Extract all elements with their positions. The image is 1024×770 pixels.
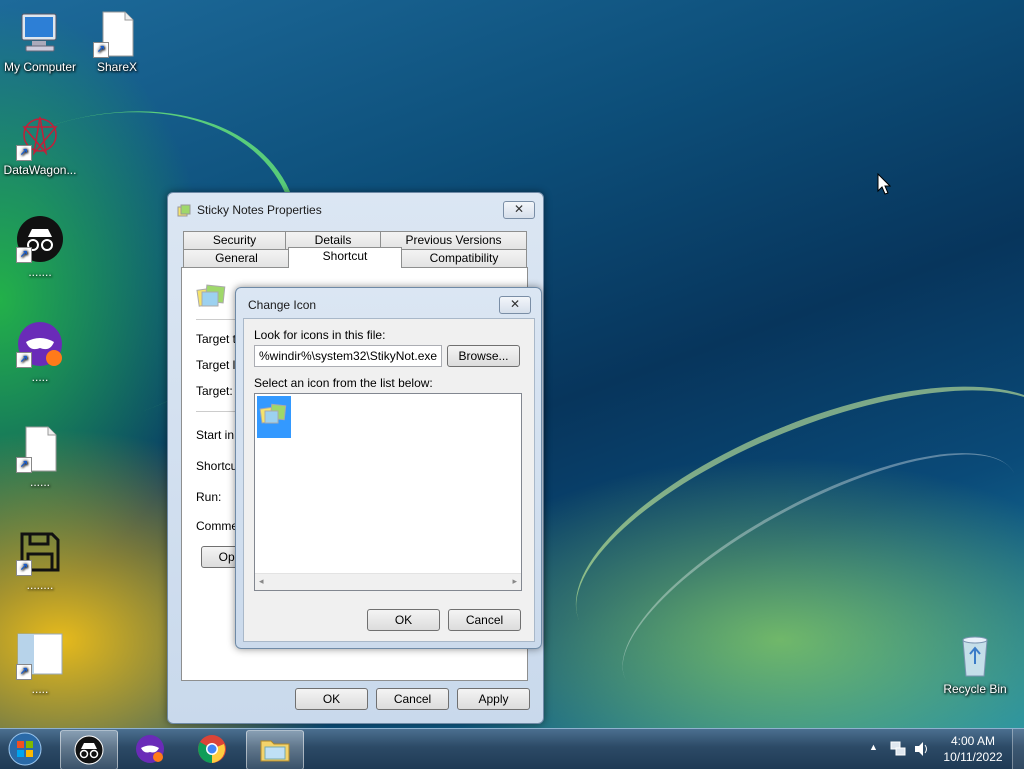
datawagon-logo-icon: ↗ — [16, 113, 64, 161]
clock-time: 4:00 AM — [950, 734, 996, 748]
desktop-icon-my-computer[interactable]: My Computer — [0, 10, 80, 74]
change-icon-ok-button[interactable]: OK — [367, 609, 440, 631]
file-label: Look for icons in this file: — [254, 328, 386, 342]
incognito-icon — [74, 735, 104, 768]
desktop-icon-label: ....... — [28, 265, 52, 279]
mask-icon — [135, 734, 165, 767]
taskbar-chrome-button[interactable] — [184, 730, 240, 768]
change-icon-title: Change Icon — [248, 298, 317, 312]
taskbar: ▲ 4:00 AM 10/11/2022 — [0, 728, 1024, 770]
document-icon: ↗ — [93, 10, 141, 58]
browse-button[interactable]: Browse... — [447, 345, 520, 367]
floppy-disk-icon: ↗ — [16, 528, 64, 576]
folder-icon — [259, 737, 291, 766]
desktop-icon-save[interactable]: ↗ ........ — [0, 528, 80, 592]
mask-icon: ↗ — [16, 320, 64, 368]
desktop-icon-recycle-bin[interactable]: Recycle Bin — [935, 632, 1015, 696]
start-button[interactable] — [4, 731, 46, 767]
desktop-icon-private-browser[interactable]: ↗ ..... — [0, 320, 80, 384]
field-label-start-in: Start in: — [196, 428, 238, 442]
network-icon[interactable] — [889, 740, 907, 761]
shortcut-arrow-icon: ↗ — [16, 664, 32, 680]
sticky-notes-icon-option[interactable] — [257, 396, 291, 438]
shortcut-arrow-icon: ↗ — [16, 247, 32, 263]
mouse-cursor-icon — [877, 172, 892, 198]
tab-general[interactable]: General — [183, 249, 290, 267]
field-label-target: Target: — [196, 384, 233, 398]
properties-apply-button[interactable]: Apply — [457, 688, 530, 710]
taskbar-private-browser-button[interactable] — [122, 730, 178, 768]
change-icon-dialog: Change Icon ✕ Look for icons in this fil… — [235, 287, 542, 649]
sticky-notes-app-icon — [196, 283, 228, 312]
desktop-icon-label: ...... — [29, 475, 50, 489]
properties-cancel-button[interactable]: Cancel — [376, 688, 449, 710]
desktop-icon-label: DataWagon... — [3, 163, 77, 177]
horizontal-scrollbar[interactable]: ◂ ▸ — [255, 573, 521, 590]
shortcut-arrow-icon: ↗ — [16, 352, 32, 368]
icon-file-input[interactable] — [254, 345, 442, 367]
taskbar-incognito-button[interactable] — [60, 730, 118, 770]
shortcut-arrow-icon: ↗ — [93, 42, 109, 58]
clock[interactable]: 4:00 AM 10/11/2022 — [938, 733, 1008, 765]
desktop-icon-datawagon[interactable]: ↗ DataWagon... — [0, 113, 80, 177]
taskbar-explorer-button[interactable] — [246, 730, 304, 770]
desktop-icon-incognito[interactable]: ↗ ....... — [0, 215, 80, 279]
desktop-icon-label: Recycle Bin — [943, 682, 1007, 696]
icon-list-label: Select an icon from the list below: — [254, 376, 433, 390]
computer-icon — [16, 10, 64, 58]
desktop-icon-sharex[interactable]: ↗ ShareX — [77, 10, 157, 74]
window-panel-icon: ↗ — [16, 632, 64, 680]
change-icon-cancel-button[interactable]: Cancel — [448, 609, 521, 631]
properties-ok-button[interactable]: OK — [295, 688, 368, 710]
tray-show-hidden-icon[interactable]: ▲ — [869, 742, 878, 752]
tab-compatibility[interactable]: Compatibility — [401, 249, 527, 267]
shortcut-arrow-icon: ↗ — [16, 457, 32, 473]
shortcut-arrow-icon: ↗ — [16, 145, 32, 161]
volume-icon[interactable] — [913, 740, 931, 761]
document-icon: ↗ — [16, 425, 64, 473]
scroll-right-icon[interactable]: ▸ — [512, 576, 517, 587]
desktop-icon-panel[interactable]: ↗ ..... — [0, 632, 80, 696]
clock-date: 10/11/2022 — [943, 750, 1003, 764]
desktop-icon-label: My Computer — [3, 60, 77, 74]
field-label-shortcut-key: Shortcut — [196, 459, 241, 473]
tab-previous-versions[interactable]: Previous Versions — [380, 231, 527, 249]
change-icon-close-button[interactable]: ✕ — [499, 296, 531, 314]
desktop-icon-label: ........ — [26, 578, 54, 592]
desktop-icon-file[interactable]: ↗ ...... — [0, 425, 80, 489]
incognito-icon: ↗ — [16, 215, 64, 263]
chrome-icon — [197, 734, 227, 767]
properties-window-title: Sticky Notes Properties — [197, 203, 322, 217]
shortcut-arrow-icon: ↗ — [16, 560, 32, 576]
sticky-notes-title-icon — [177, 204, 191, 218]
tab-shortcut[interactable]: Shortcut — [288, 247, 402, 268]
desktop-icon-label: ShareX — [96, 60, 138, 74]
desktop-icon-label: ..... — [31, 370, 49, 384]
properties-close-button[interactable]: ✕ — [503, 201, 535, 219]
scroll-left-icon[interactable]: ◂ — [259, 576, 264, 587]
desktop: My Computer ↗ ShareX ↗ DataWagon... ↗ ..… — [0, 0, 1024, 728]
desktop-icon-label: ..... — [31, 682, 49, 696]
tab-security[interactable]: Security — [183, 231, 286, 249]
field-label-run: Run: — [196, 490, 222, 504]
show-desktop-button[interactable] — [1012, 729, 1024, 769]
icon-list[interactable]: ◂ ▸ — [254, 393, 522, 591]
recycle-bin-icon — [951, 632, 999, 680]
